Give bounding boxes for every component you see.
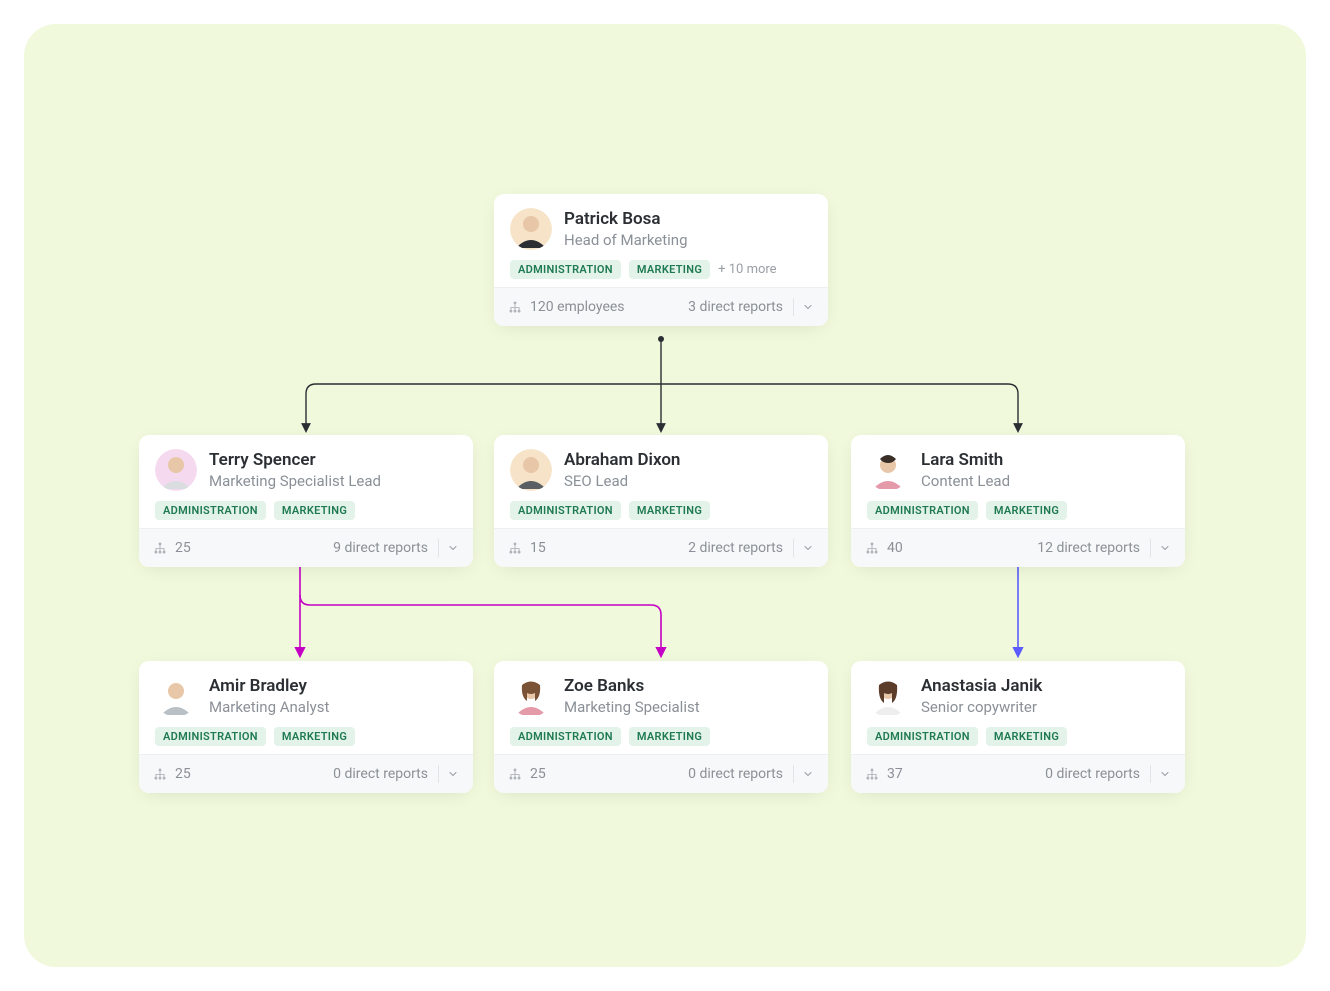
employee-count: 25 [175, 766, 191, 782]
tag-marketing[interactable]: MARKETING [986, 727, 1067, 746]
expand-button[interactable] [443, 764, 463, 784]
org-card-root[interactable]: Patrick Bosa Head of Marketing ADMINISTR… [494, 194, 828, 326]
expand-button[interactable] [1155, 764, 1175, 784]
direct-reports: 0 direct reports [1045, 766, 1140, 782]
person-name: Anastasia Janik [921, 676, 1042, 697]
org-tree-icon [508, 300, 522, 314]
person-title: Marketing Specialist [564, 698, 700, 717]
employee-count: 25 [530, 766, 546, 782]
org-card[interactable]: Terry Spencer Marketing Specialist Lead … [139, 435, 473, 567]
org-tree-icon [153, 767, 167, 781]
employee-count: 37 [887, 766, 903, 782]
org-card[interactable]: Amir Bradley Marketing Analyst ADMINISTR… [139, 661, 473, 793]
direct-reports: 0 direct reports [688, 766, 783, 782]
tag-administration[interactable]: ADMINISTRATION [155, 727, 266, 746]
avatar [867, 675, 909, 717]
org-card[interactable]: Lara Smith Content Lead ADMINISTRATION M… [851, 435, 1185, 567]
avatar [155, 449, 197, 491]
person-title: Marketing Specialist Lead [209, 472, 381, 491]
person-name: Abraham Dixon [564, 450, 680, 471]
chevron-down-icon [802, 542, 814, 554]
person-name: Amir Bradley [209, 676, 329, 697]
direct-reports: 2 direct reports [688, 540, 783, 556]
person-title: Content Lead [921, 472, 1010, 491]
avatar [510, 449, 552, 491]
avatar [510, 208, 552, 250]
tag-marketing[interactable]: MARKETING [629, 260, 710, 279]
employee-count: 15 [530, 540, 546, 556]
expand-button[interactable] [798, 297, 818, 317]
chevron-down-icon [447, 768, 459, 780]
tag-marketing[interactable]: MARKETING [274, 501, 355, 520]
more-tags[interactable]: + 10 more [718, 262, 776, 277]
direct-reports: 9 direct reports [333, 540, 428, 556]
tag-marketing[interactable]: MARKETING [986, 501, 1067, 520]
expand-button[interactable] [798, 538, 818, 558]
direct-reports: 12 direct reports [1037, 540, 1140, 556]
person-name: Terry Spencer [209, 450, 381, 471]
employee-count: 40 [887, 540, 903, 556]
direct-reports: 0 direct reports [333, 766, 428, 782]
avatar [155, 675, 197, 717]
org-tree-icon [865, 767, 879, 781]
employee-count: 25 [175, 540, 191, 556]
org-card[interactable]: Anastasia Janik Senior copywriter ADMINI… [851, 661, 1185, 793]
tag-administration[interactable]: ADMINISTRATION [867, 501, 978, 520]
chevron-down-icon [447, 542, 459, 554]
tag-administration[interactable]: ADMINISTRATION [510, 260, 621, 279]
tag-marketing[interactable]: MARKETING [629, 501, 710, 520]
tag-marketing[interactable]: MARKETING [629, 727, 710, 746]
tag-marketing[interactable]: MARKETING [274, 727, 355, 746]
person-name: Patrick Bosa [564, 209, 688, 230]
person-title: Marketing Analyst [209, 698, 329, 717]
org-tree-icon [508, 767, 522, 781]
org-tree-icon [153, 541, 167, 555]
expand-button[interactable] [443, 538, 463, 558]
tag-administration[interactable]: ADMINISTRATION [155, 501, 266, 520]
avatar [867, 449, 909, 491]
person-name: Lara Smith [921, 450, 1010, 471]
org-card[interactable]: Abraham Dixon SEO Lead ADMINISTRATION MA… [494, 435, 828, 567]
chevron-down-icon [802, 301, 814, 313]
tag-administration[interactable]: ADMINISTRATION [867, 727, 978, 746]
employee-count: 120 employees [530, 299, 625, 315]
tag-administration[interactable]: ADMINISTRATION [510, 501, 621, 520]
chevron-down-icon [1159, 542, 1171, 554]
chevron-down-icon [802, 768, 814, 780]
tag-administration[interactable]: ADMINISTRATION [510, 727, 621, 746]
avatar [510, 675, 552, 717]
person-title: Head of Marketing [564, 231, 688, 250]
direct-reports: 3 direct reports [688, 299, 783, 315]
org-card[interactable]: Zoe Banks Marketing Specialist ADMINISTR… [494, 661, 828, 793]
org-tree-icon [508, 541, 522, 555]
expand-button[interactable] [1155, 538, 1175, 558]
chevron-down-icon [1159, 768, 1171, 780]
org-tree-icon [865, 541, 879, 555]
expand-button[interactable] [798, 764, 818, 784]
person-title: Senior copywriter [921, 698, 1042, 717]
person-title: SEO Lead [564, 472, 680, 491]
person-name: Zoe Banks [564, 676, 700, 697]
org-chart-canvas: Patrick Bosa Head of Marketing ADMINISTR… [24, 24, 1306, 967]
